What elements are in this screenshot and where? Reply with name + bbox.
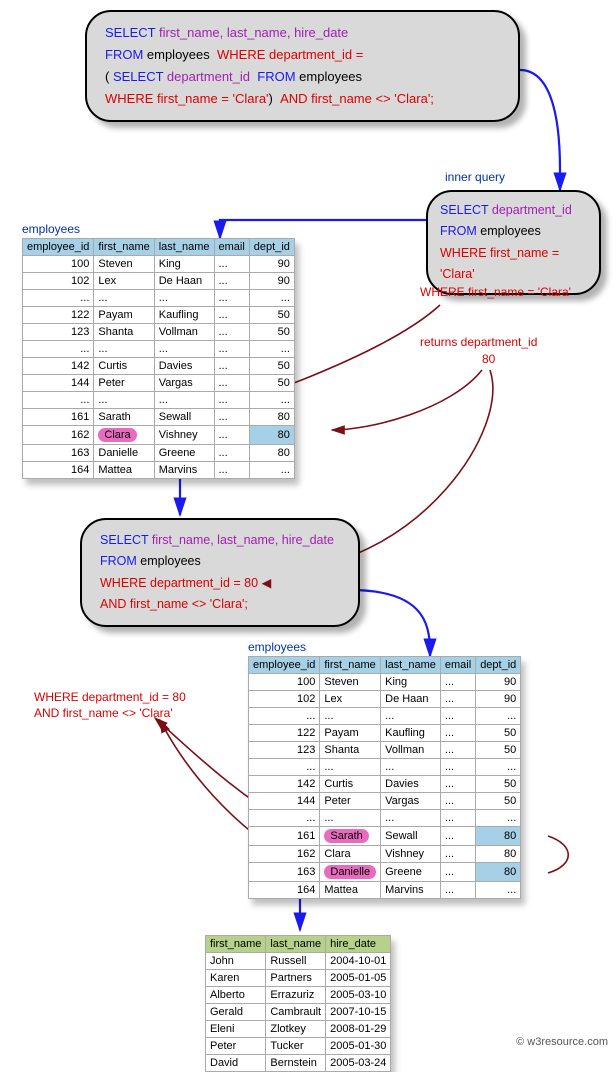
col-last-name: last_name	[381, 657, 441, 674]
kw-where: WHERE	[217, 47, 269, 62]
col-first-name: first_name	[320, 657, 381, 674]
col-hire-date: hire_date	[326, 936, 391, 953]
kw-from: FROM	[105, 47, 147, 62]
table-row: 142CurtisDavies...50	[23, 358, 295, 375]
label-dept-value: 80	[482, 352, 495, 366]
title-inner-table: employees	[299, 69, 362, 84]
col-first-name: first_name	[206, 936, 266, 953]
outer-cols: first_name, last_name, hire_date	[152, 533, 334, 547]
col-email: email	[440, 657, 475, 674]
sql-title-box: SELECT first_name, last_name, hire_date …	[85, 10, 520, 122]
col-employee-id: employee_id	[23, 239, 94, 256]
table2-title: employees	[248, 640, 306, 654]
table-row: 161SarathSewall...80	[23, 409, 295, 426]
outer-from: FROM	[100, 554, 140, 568]
label-clara-filter: WHERE first_name = 'Clara'	[420, 285, 571, 299]
col-last-name: last_name	[154, 239, 214, 256]
table-row: JohnRussell2004-10-01	[206, 953, 391, 970]
table-row: 161SarathSewall...80	[249, 827, 521, 846]
title-inner-where: WHERE first_name = 'Clara'	[105, 91, 269, 106]
table-row: 122PayamKaufling...50	[249, 725, 521, 742]
table-row: 123ShantaVollman...50	[249, 742, 521, 759]
table-row: ...............	[249, 759, 521, 776]
title-inner-col: department_id	[167, 69, 250, 84]
label-outer-filter-1: WHERE department_id = 80	[34, 690, 186, 704]
table-row: 162ClaraVishney...80	[249, 846, 521, 863]
inner-from: FROM	[440, 224, 480, 238]
table-row: AlbertoErrazuriz2005-03-10	[206, 987, 391, 1004]
col-last-name: last_name	[266, 936, 326, 953]
inner-where: WHERE first_name = 'Clara'	[440, 246, 559, 281]
table-row: 100StevenKing...90	[249, 674, 521, 691]
inner-select: SELECT	[440, 203, 492, 217]
table-row: KarenPartners2005-01-05	[206, 970, 391, 987]
table-row: 162ClaraVishney...80	[23, 426, 295, 445]
table-row: 163DanielleGreene...80	[249, 863, 521, 882]
table-row: 122PayamKaufling...50	[23, 307, 295, 324]
table-row: ...............	[23, 341, 295, 358]
col-first-name: first_name	[94, 239, 154, 256]
inner-col: department_id	[492, 203, 572, 217]
label-inner-query: inner query	[445, 170, 505, 184]
table-row: DavidBernstein2005-03-24	[206, 1055, 391, 1072]
table-row: 144PeterVargas...50	[249, 793, 521, 810]
credit-text: © w3resource.com	[516, 1036, 608, 1048]
label-outer-filter-2: AND first_name <> 'Clara'	[34, 706, 173, 720]
table-row: ...............	[249, 708, 521, 725]
arrow-left-icon: ◀	[262, 576, 272, 590]
title-table: employees	[147, 47, 210, 62]
employees-table-2: employee_idfirst_namelast_nameemaildept_…	[248, 656, 521, 899]
kw-and: AND	[280, 91, 311, 106]
col-dept-id: dept_id	[249, 239, 294, 256]
label-returns-dept: returns department_id	[420, 335, 537, 349]
table-row: 142CurtisDavies...50	[249, 776, 521, 793]
table-row: 164MatteaMarvins......	[249, 882, 521, 899]
table-row: 144PeterVargas...50	[23, 375, 295, 392]
outer-select: SELECT	[100, 533, 152, 547]
kw-select: SELECT	[105, 25, 159, 40]
table-row: 102LexDe Haan...90	[249, 691, 521, 708]
table-row: 100StevenKing...90	[23, 256, 295, 273]
table1-title: employees	[22, 222, 80, 236]
employees-table-1: employee_idfirst_namelast_nameemaildept_…	[22, 238, 295, 479]
outer-table: employees	[140, 554, 200, 568]
outer-kw-where: WHERE	[100, 576, 150, 590]
sql-inner-box: SELECT department_id FROM employees WHER…	[426, 190, 601, 295]
table-row: 163DanielleGreene...80	[23, 445, 295, 462]
outer-dept80: department_id = 80	[150, 576, 258, 590]
title-neq: first_name <> 'Clara';	[311, 91, 434, 106]
inner-table: employees	[480, 224, 540, 238]
table-row: EleniZlotkey2008-01-29	[206, 1021, 391, 1038]
table-row: ...............	[23, 392, 295, 409]
col-dept-id: dept_id	[476, 657, 521, 674]
table-row: ...............	[249, 810, 521, 827]
sql-outer-box: SELECT first_name, last_name, hire_date …	[80, 518, 360, 627]
col-email: email	[214, 239, 249, 256]
table-row: 123ShantaVollman...50	[23, 324, 295, 341]
outer-neq: first_name <> 'Clara';	[130, 597, 248, 611]
kw-from-inner: FROM	[257, 69, 299, 84]
result-table: first_namelast_namehire_dateJohnRussell2…	[205, 935, 391, 1072]
table-row: 164MatteaMarvins......	[23, 462, 295, 479]
outer-kw-and: AND	[100, 597, 130, 611]
table-row: GeraldCambrault2007-10-15	[206, 1004, 391, 1021]
table-row: ...............	[23, 290, 295, 307]
title-cols: first_name, last_name, hire_date	[159, 25, 348, 40]
table-row: 102LexDe Haan...90	[23, 273, 295, 290]
title-dept-eq: department_id =	[269, 47, 363, 62]
kw-select-inner: SELECT	[113, 69, 167, 84]
col-employee-id: employee_id	[249, 657, 320, 674]
